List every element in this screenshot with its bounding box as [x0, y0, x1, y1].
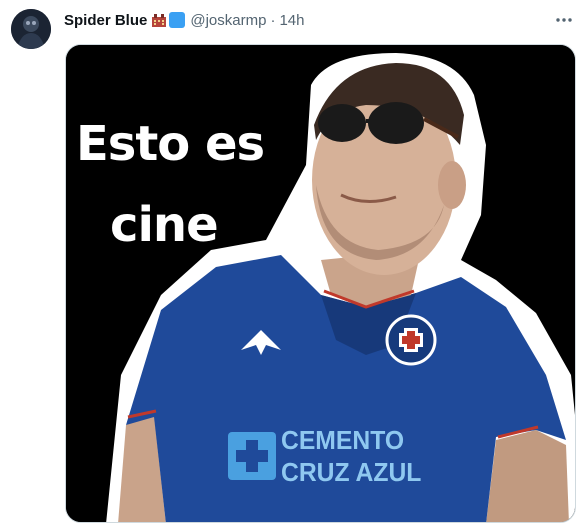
post-header: Spider Blue @joskarmp · 14h — [64, 10, 304, 30]
user-handle[interactable]: @joskarmp — [190, 12, 266, 29]
separator-dot: · — [270, 11, 276, 29]
sunglasses-left-lens — [318, 104, 366, 142]
sponsor-text-line-2: CRUZ AZUL — [281, 457, 422, 487]
meme-caption-line-1: Esto es — [76, 116, 265, 172]
building-emoji-icon — [151, 13, 167, 27]
post-time[interactable]: 14h — [279, 12, 304, 29]
meme-caption-line-2: cine — [110, 197, 219, 253]
avatar-image — [11, 9, 51, 49]
sunglasses-right-lens — [368, 102, 424, 144]
display-name[interactable]: Spider Blue — [64, 12, 147, 29]
sponsor-text-line-1: CEMENTO — [281, 425, 405, 455]
avatar[interactable] — [11, 9, 51, 49]
more-options-icon[interactable] — [552, 8, 576, 32]
post-media[interactable]: Esto es cine CEMENTO CRUZ AZUL — [65, 44, 576, 523]
blue-square-emoji-icon — [169, 12, 186, 28]
